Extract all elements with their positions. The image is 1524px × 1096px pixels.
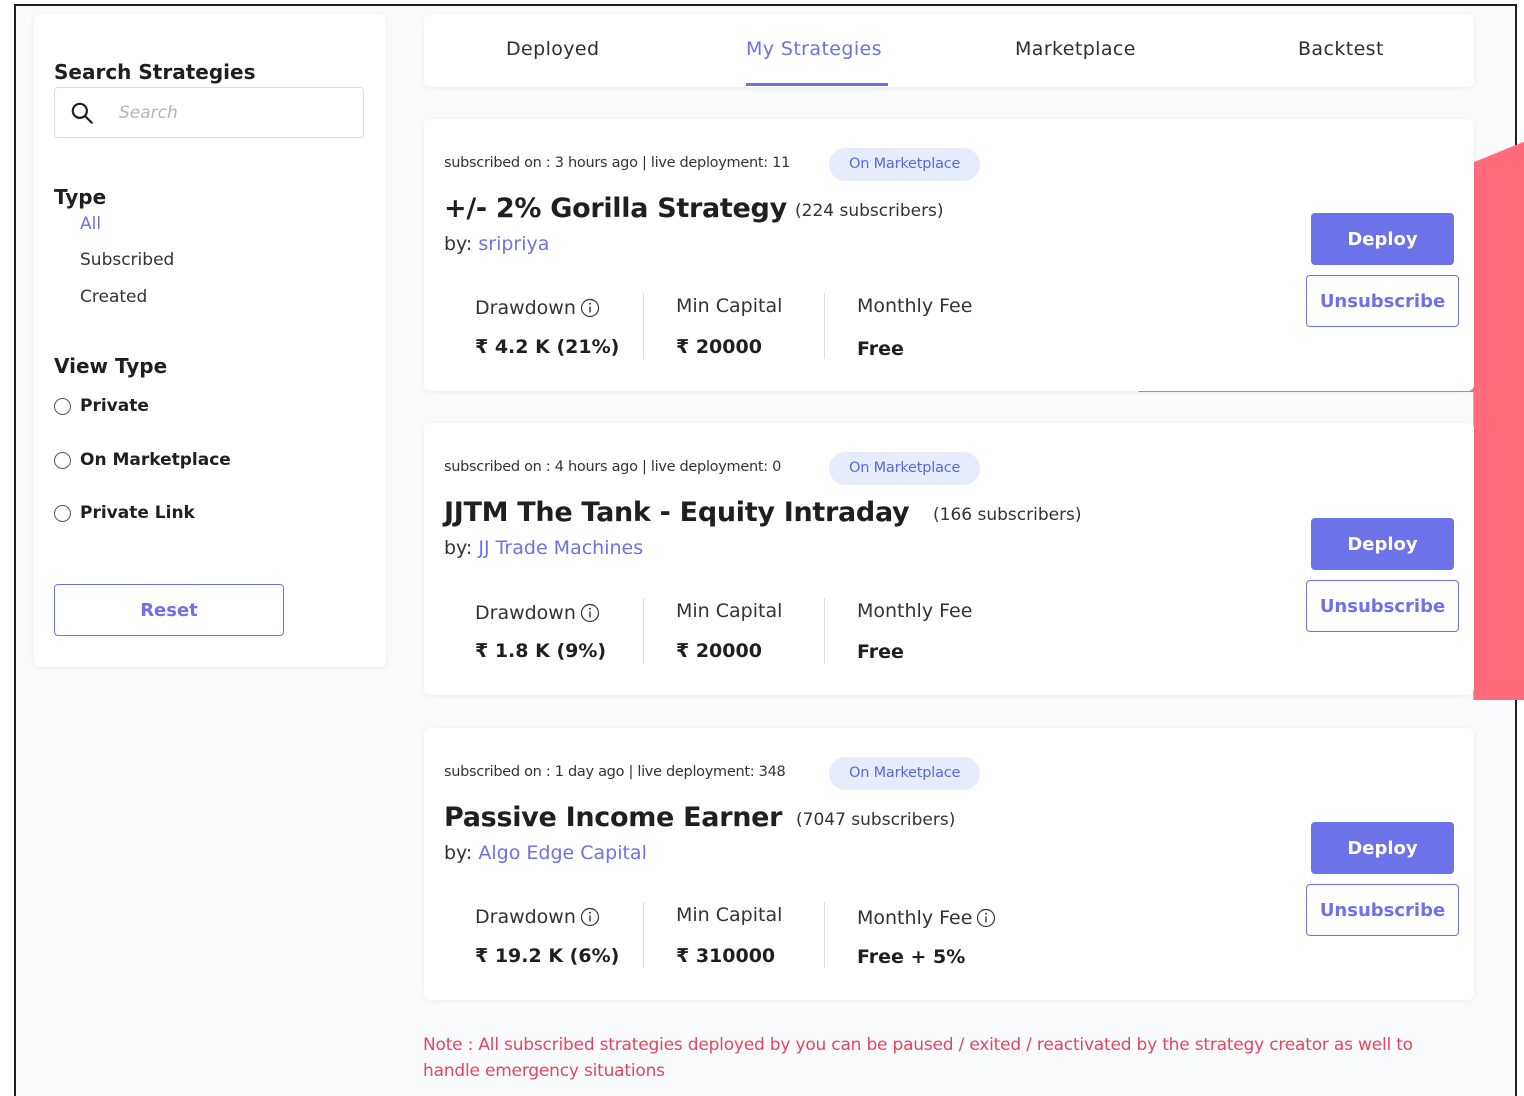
disclaimer-note: Note : All subscribed strategies deploye… [423,1035,1413,1081]
monthly-fee-value: Free + 5% [857,946,966,968]
search-icon [71,102,93,124]
min-capital-label-text: Min Capital [676,295,783,317]
monthly-fee-label: Monthly Fee [857,907,996,929]
view-type-label: On Marketplace [80,450,231,470]
subscriber-count: (166 subscribers) [933,505,1082,525]
author-link[interactable]: Algo Edge Capital [478,842,646,864]
tab-my-strategies[interactable]: My Strategies [746,38,882,60]
divider [824,293,825,359]
search-box[interactable] [54,87,364,138]
divider [643,293,644,359]
tab-bar: Deployed My Strategies Marketplace Backt… [424,14,1474,87]
marketplace-badge: On Marketplace [829,452,981,485]
subscriber-count: (7047 subscribers) [796,810,956,830]
author-link[interactable]: JJ Trade Machines [478,537,643,559]
by-prefix: by: [444,842,479,864]
monthly-fee-label-text: Monthly Fee [857,907,973,929]
strategy-name[interactable]: Passive Income Earner [444,802,783,833]
author-line: by: Algo Edge Capital [444,842,647,864]
min-capital-label-text: Min Capital [676,904,783,926]
strategy-card: subscribed on : 1 day ago | live deploym… [424,728,1474,1000]
view-type-title: View Type [54,354,168,378]
monthly-fee-label: Monthly Fee [857,600,972,622]
monthly-fee-value: Free [857,338,904,360]
subscription-meta: subscribed on : 3 hours ago | live deplo… [444,155,790,171]
min-capital-label: Min Capital [676,295,782,317]
drawdown-label: Drawdown [475,602,600,624]
drawdown-label-text: Drawdown [475,602,576,624]
radio-on-marketplace[interactable] [54,451,71,469]
drawdown-value: ₹ 19.2 K (6%) [475,945,620,967]
search-input[interactable] [119,102,349,123]
radio-private[interactable] [54,397,71,415]
author-link[interactable]: sripriya [478,233,549,255]
strategy-name[interactable]: +/- 2% Gorilla Strategy [444,193,787,224]
divider [643,902,644,968]
marketplace-badge: On Marketplace [829,757,981,790]
monthly-fee-label-text: Monthly Fee [857,295,973,317]
drawdown-value: ₹ 4.2 K (21%) [475,336,620,358]
search-strategies-title: Search Strategies [54,60,256,84]
divider [643,598,644,664]
author-line: by: sripriya [444,233,549,255]
author-line: by: JJ Trade Machines [444,537,643,559]
marketplace-badge: On Marketplace [829,148,981,181]
by-prefix: by: [444,233,479,255]
info-icon[interactable] [580,603,600,623]
min-capital-value: ₹ 310000 [676,945,776,967]
deploy-button[interactable]: Deploy [1311,822,1454,874]
unsubscribe-button[interactable]: Unsubscribe [1306,275,1459,327]
monthly-fee-value: Free [857,641,904,663]
unsubscribe-button[interactable]: Unsubscribe [1306,884,1459,936]
type-title: Type [54,185,107,209]
strategy-name[interactable]: JJTM The Tank - Equity Intraday [444,497,910,528]
drawdown-label-text: Drawdown [475,906,576,928]
min-capital-label: Min Capital [676,904,782,926]
filter-sidebar: Search Strategies Type All Subscribed Cr… [34,14,386,667]
by-prefix: by: [444,537,479,559]
reset-button[interactable]: Reset [54,584,284,636]
info-icon[interactable] [976,908,996,928]
min-capital-label: Min Capital [676,600,782,622]
min-capital-value: ₹ 20000 [676,640,762,662]
view-type-on-marketplace[interactable]: On Marketplace [54,450,231,470]
view-type-private[interactable]: Private [54,396,149,416]
drawdown-label: Drawdown [475,297,600,319]
info-icon[interactable] [580,907,600,927]
min-capital-label-text: Min Capital [676,600,783,622]
type-item-subscribed[interactable]: Subscribed [80,250,174,270]
active-tab-indicator [746,83,888,86]
view-type-label: Private Link [80,503,195,523]
tab-backtest[interactable]: Backtest [1298,38,1384,60]
drawdown-label-text: Drawdown [475,297,576,319]
deploy-button[interactable]: Deploy [1311,518,1454,570]
tab-deployed[interactable]: Deployed [506,38,599,60]
drawdown-value: ₹ 1.8 K (9%) [475,640,607,662]
divider [824,598,825,664]
unsubscribe-button[interactable]: Unsubscribe [1306,580,1459,632]
subscriber-count: (224 subscribers) [795,201,944,221]
strategy-card: subscribed on : 4 hours ago | live deplo… [424,423,1474,695]
view-type-private-link[interactable]: Private Link [54,503,195,523]
strategy-card: subscribed on : 3 hours ago | live deplo… [424,119,1474,391]
monthly-fee-label: Monthly Fee [857,295,972,317]
info-icon[interactable] [580,298,600,318]
view-type-label: Private [80,396,149,416]
monthly-fee-label-text: Monthly Fee [857,600,973,622]
tab-marketplace[interactable]: Marketplace [1015,38,1136,60]
type-item-created[interactable]: Created [80,287,147,307]
divider [824,902,825,968]
drawdown-label: Drawdown [475,906,600,928]
subscription-meta: subscribed on : 4 hours ago | live deplo… [444,459,782,475]
radio-private-link[interactable] [54,504,71,522]
deploy-button[interactable]: Deploy [1311,213,1454,265]
subscription-meta: subscribed on : 1 day ago | live deploym… [444,764,786,780]
min-capital-value: ₹ 20000 [676,336,762,358]
type-item-all[interactable]: All [80,214,101,234]
